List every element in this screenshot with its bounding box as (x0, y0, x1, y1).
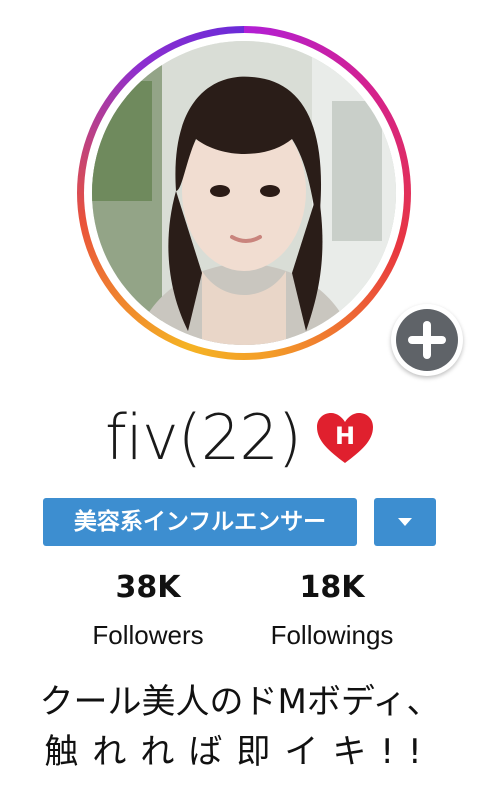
heart-icon: H (315, 411, 375, 465)
plus-icon (396, 309, 458, 371)
bio-line-2: 触れれば即イキ!! (44, 732, 436, 772)
avatar-photo (92, 41, 396, 345)
profile-name: fiv(22) (104, 401, 302, 474)
chevron-down-icon (398, 518, 412, 526)
category-tag-button[interactable]: 美容系インフルエンサー (43, 498, 357, 546)
followings-stat[interactable]: 18K Followings (232, 568, 432, 652)
followings-label: Followings (270, 620, 394, 650)
followers-stat[interactable]: 38K Followers (48, 568, 248, 652)
avatar-ring (77, 26, 463, 376)
dropdown-button[interactable] (374, 498, 436, 546)
name-row: fiv(22) H (0, 398, 480, 478)
followers-label: Followers (92, 620, 204, 650)
add-button[interactable] (391, 304, 463, 376)
badge-letter: H (335, 422, 355, 450)
followers-count: 38K (115, 570, 181, 605)
followings-count: 18K (299, 570, 365, 605)
bio-line-1: クール美人のドMボディ、 (39, 682, 441, 722)
avatar[interactable] (92, 41, 396, 345)
avatar-frame (84, 33, 404, 353)
